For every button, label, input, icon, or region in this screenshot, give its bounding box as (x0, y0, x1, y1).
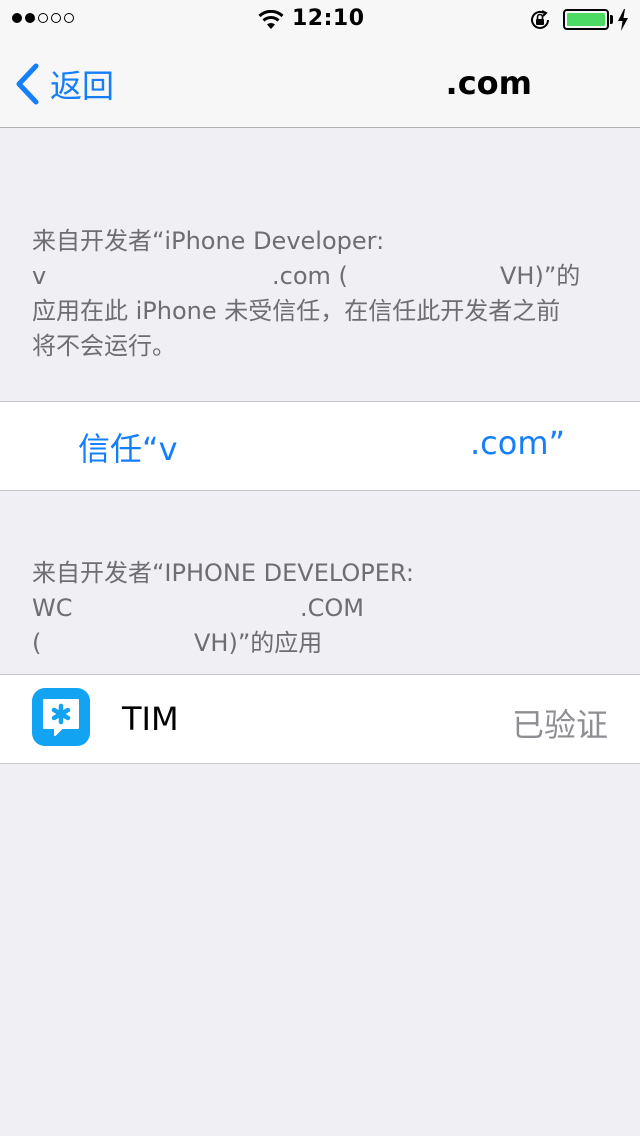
status-time: 12:10 (292, 6, 365, 31)
message-line-2-start: v (32, 262, 47, 290)
battery-cap (610, 15, 613, 24)
status-bar: 12:10 (0, 0, 640, 40)
developer-apps-header: 来自开发者“IPHONE DEVELOPER: WC .COM ( VH)”的应… (32, 556, 612, 661)
header-line-2-end: .COM (300, 594, 364, 622)
navigation-bar: 返回 .com (0, 40, 640, 128)
signal-strength-icon (12, 13, 74, 23)
app-name: TIM (122, 700, 179, 738)
rotation-lock-icon (531, 10, 549, 29)
charging-bolt-icon (618, 9, 628, 31)
untrusted-developer-message: 来自开发者“iPhone Developer: v .com ( VH)”的 应… (32, 224, 612, 364)
trust-developer-button[interactable]: 信任“v .com” (0, 401, 640, 491)
battery-level-fill (567, 13, 605, 26)
battery-icon (563, 9, 609, 30)
tim-app-icon (32, 688, 90, 746)
message-line-2-end: VH)”的 (500, 262, 581, 290)
verified-status: 已验证 (511, 706, 608, 744)
header-line-3-end: VH)”的应用 (194, 629, 323, 657)
message-line-4: 将不会运行。 (32, 332, 176, 360)
message-line-1: 来自开发者“iPhone Developer: (32, 227, 385, 255)
app-row[interactable]: TIM 已验证 (0, 674, 640, 764)
wifi-icon (258, 10, 284, 29)
tim-logo-icon (43, 699, 79, 736)
header-line-3-start: ( (32, 629, 42, 657)
trust-button-label-end: .com” (470, 424, 566, 462)
header-line-1: 来自开发者“IPHONE DEVELOPER: (32, 559, 414, 587)
message-line-3: 应用在此 iPhone 未受信任，在信任此开发者之前 (32, 297, 561, 325)
trust-button-label-start: 信任“v (78, 430, 178, 468)
page-title: .com (445, 64, 532, 102)
header-line-2-start: WC (32, 594, 73, 622)
message-line-2-middle: .com ( (272, 262, 348, 290)
